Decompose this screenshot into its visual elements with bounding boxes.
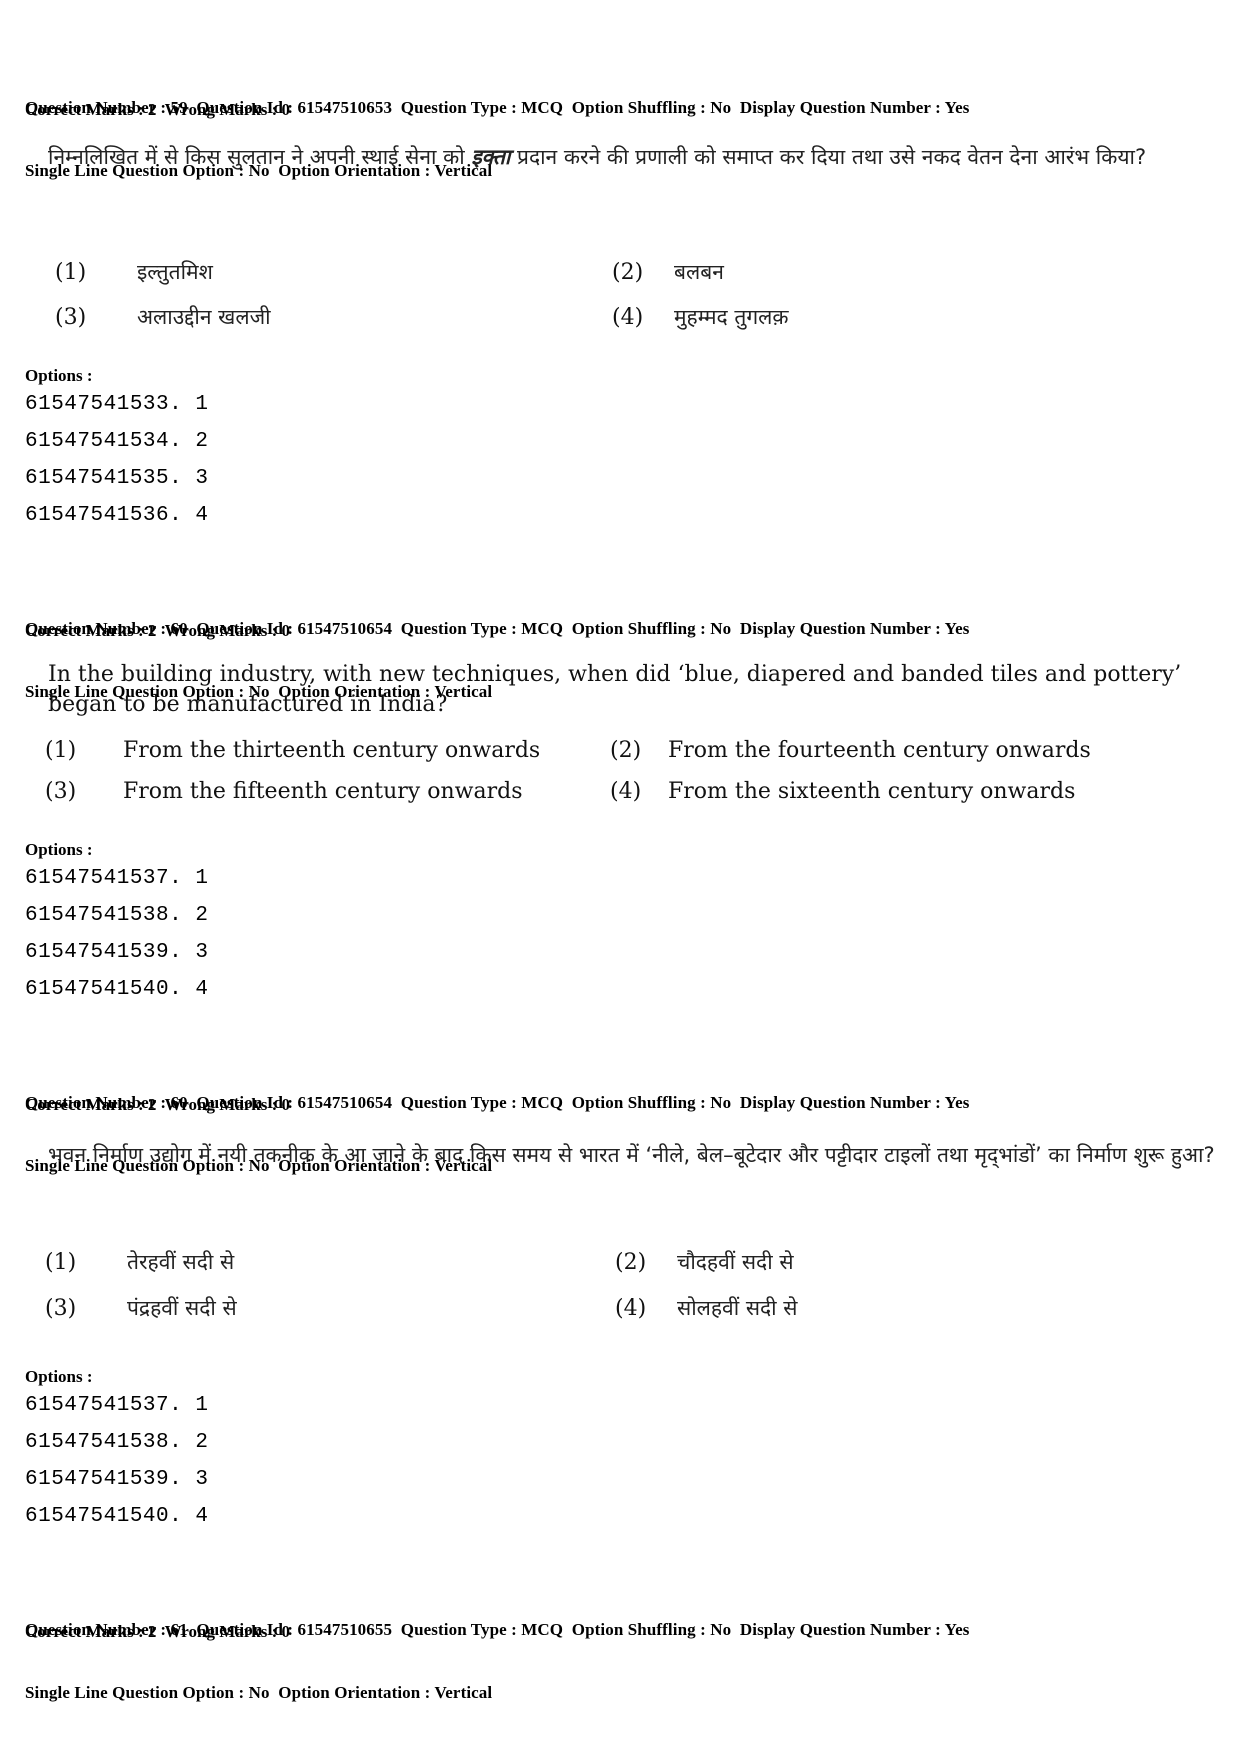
option-text: From the fifteenth century onwards	[123, 779, 523, 804]
question-59-text: निम्नलिखित में से किस सुलतान ने अपनी स्थ…	[48, 142, 1198, 173]
option-number: (4)	[612, 305, 644, 330]
exam-page: Question Number : 59 Question Id : 61547…	[0, 0, 1240, 1754]
question-59-option-3: (3) अलाउद्दीन खलजी	[55, 303, 271, 331]
question-61-marks: Correct Marks : 2 Wrong Marks : 0	[25, 1622, 291, 1641]
option-text: बलबन	[674, 260, 724, 284]
option-number: (1)	[45, 1250, 77, 1275]
question-text-part: निम्नलिखित में से किस सुलतान ने अपनी स्थ…	[48, 145, 472, 169]
option-text: From the sixteenth century onwards	[668, 779, 1076, 804]
question-60-hindi-option-4: (4) सोलहवीं सदी से	[615, 1294, 797, 1322]
question-59-option-4: (4) मुहम्मद तुगलक़	[612, 303, 789, 331]
option-text: चौदहवीं सदी से	[677, 1250, 794, 1274]
options-label: Options :	[25, 366, 93, 385]
option-text: मुहम्मद तुगलक़	[674, 305, 789, 329]
question-60-hindi-option-2: (2) चौदहवीं सदी से	[615, 1248, 794, 1276]
options-label: Options :	[25, 1367, 93, 1386]
options-label: Options :	[25, 840, 93, 859]
option-id: 61547541539. 3	[25, 941, 209, 964]
option-number: (2)	[610, 738, 642, 763]
question-59-meta: Question Number : 59 Question Id : 61547…	[25, 55, 969, 223]
option-id: 61547541538. 2	[25, 1431, 209, 1454]
question-60-text: In the building industry, with new techn…	[48, 662, 1182, 717]
question-61-meta: Question Number : 61 Question Id : 61547…	[25, 1577, 969, 1745]
question-text-italic: इक्ता	[471, 145, 511, 169]
option-text: तेरहवीं सदी से	[127, 1250, 235, 1274]
option-id: 61547541540. 4	[25, 1505, 209, 1528]
option-number: (4)	[610, 779, 642, 804]
question-60-hindi-option-3: (3) पंद्रहवीं सदी से	[45, 1294, 237, 1322]
option-text: इल्तुतमिश	[137, 260, 213, 284]
option-number: (4)	[615, 1296, 647, 1321]
question-text-part: प्रदान करने की प्रणाली को समाप्त कर दिया…	[510, 145, 1147, 169]
option-id: 61547541540. 4	[25, 978, 209, 1001]
option-text: From the thirteenth century onwards	[123, 738, 541, 763]
question-60-hindi-option-1: (1) तेरहवीं सदी से	[45, 1248, 234, 1276]
option-id: 61547541537. 1	[25, 1394, 209, 1417]
option-id: 61547541533. 1	[25, 393, 209, 416]
option-text: सोलहवीं सदी से	[677, 1296, 798, 1320]
option-id: 61547541537. 1	[25, 867, 209, 890]
meta-line-2: Single Line Question Option : No Option …	[25, 1683, 493, 1702]
option-id: 61547541534. 2	[25, 430, 209, 453]
question-59-option-1: (1) इल्तुतमिश	[55, 258, 213, 286]
question-60-option-2: (2) From the fourteenth century onwards	[610, 738, 1091, 763]
question-60-marks: Correct Marks : 2 Wrong Marks : 0	[25, 621, 291, 640]
option-id: 61547541536. 4	[25, 504, 209, 527]
option-text: अलाउद्दीन खलजी	[137, 305, 271, 329]
option-id: 61547541538. 2	[25, 904, 209, 927]
option-id: 61547541539. 3	[25, 1468, 209, 1491]
option-number: (1)	[55, 260, 87, 285]
option-number: (2)	[615, 1250, 647, 1275]
option-number: (3)	[45, 779, 77, 804]
question-60-hindi-meta: Question Number : 60 Question Id : 61547…	[25, 1050, 969, 1218]
option-text: From the fourteenth century onwards	[668, 738, 1091, 763]
question-59-marks: Correct Marks : 2 Wrong Marks : 0	[25, 100, 291, 119]
option-number: (2)	[612, 260, 644, 285]
question-60-hindi-marks: Correct Marks : 2 Wrong Marks : 0	[25, 1095, 291, 1114]
option-number: (3)	[55, 305, 87, 330]
question-59-option-2: (2) बलबन	[612, 258, 724, 286]
option-text: पंद्रहवीं सदी से	[127, 1296, 237, 1320]
option-id: 61547541535. 3	[25, 467, 209, 490]
question-60-hindi-text: भवन निर्माण उद्योग में नयी तकनीक के आ जा…	[48, 1143, 1215, 1167]
question-60-option-1: (1) From the thirteenth century onwards	[45, 738, 540, 763]
question-60-option-3: (3) From the fifteenth century onwards	[45, 779, 522, 804]
option-number: (1)	[45, 738, 77, 763]
option-number: (3)	[45, 1296, 77, 1321]
question-60-option-4: (4) From the sixteenth century onwards	[610, 779, 1075, 804]
